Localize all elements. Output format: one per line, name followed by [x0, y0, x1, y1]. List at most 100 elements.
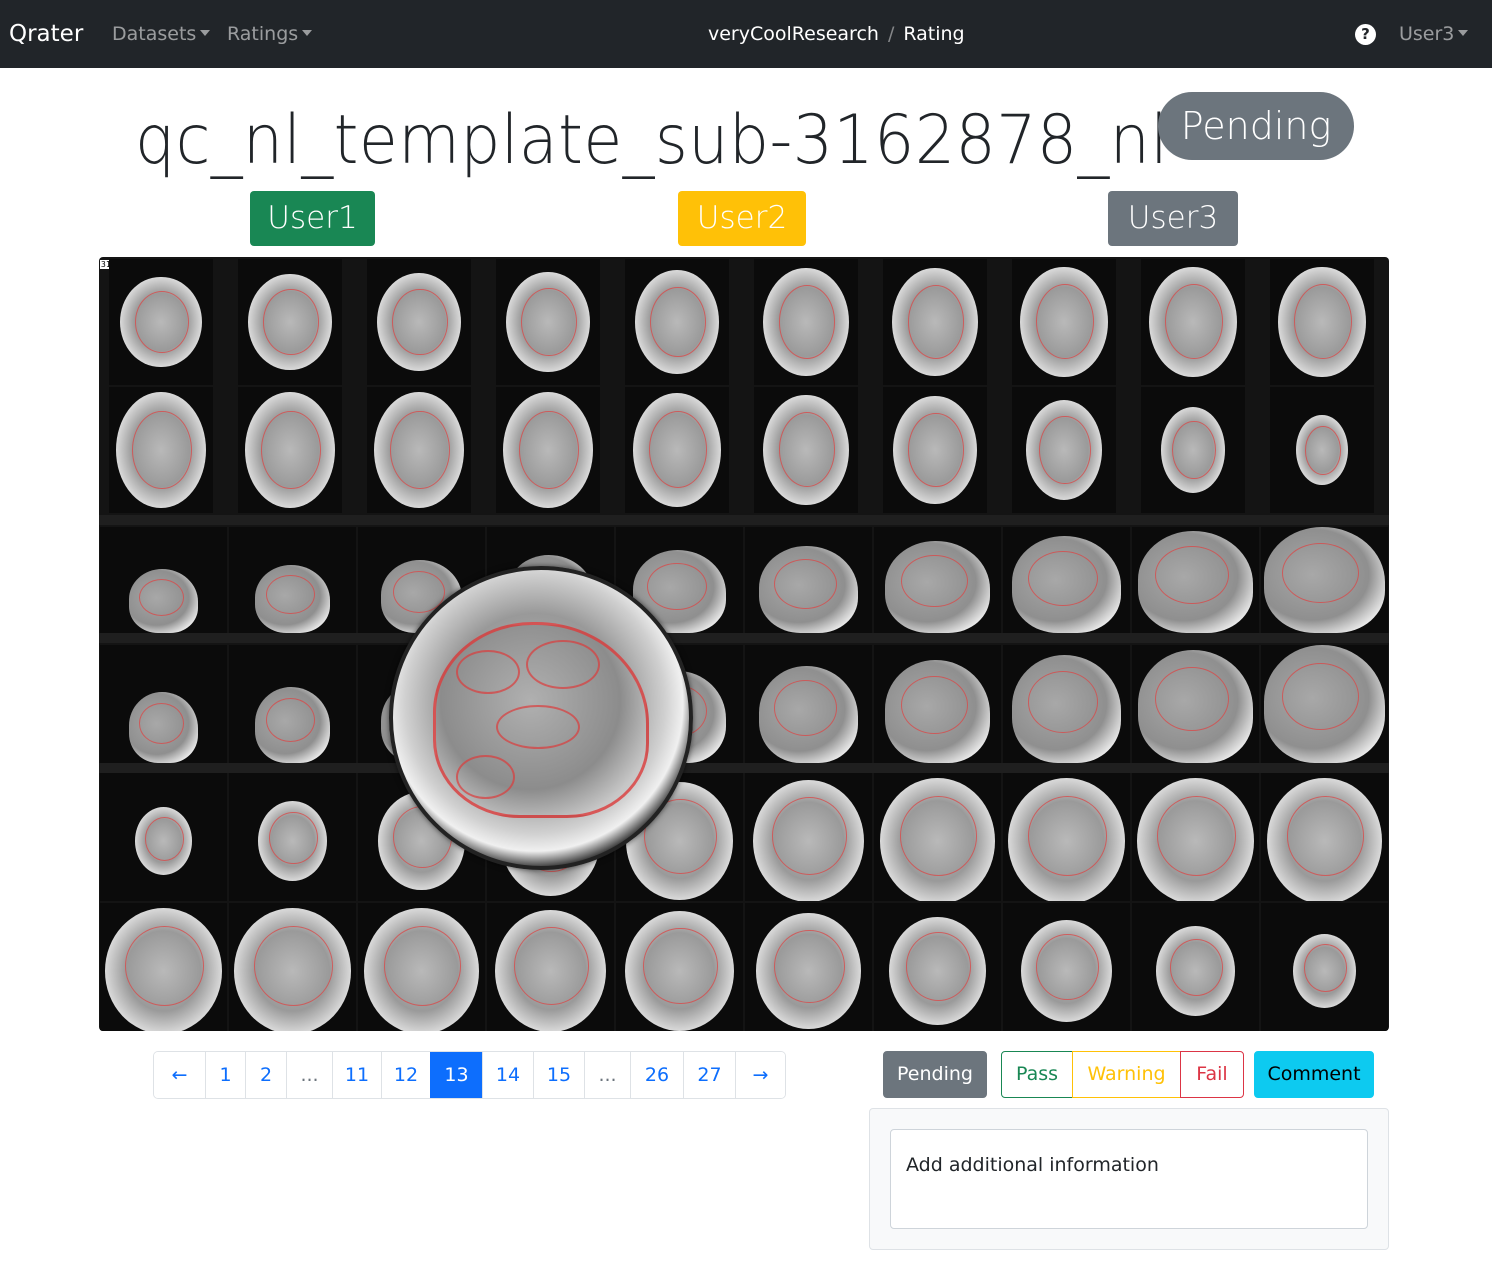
coronal-slice — [1132, 903, 1259, 1031]
head-slice — [893, 395, 977, 505]
comment-textarea[interactable] — [890, 1129, 1368, 1229]
qc-montage-image[interactable]: 3162878 — [99, 257, 1389, 1031]
brain-slice — [254, 564, 331, 633]
sagittal-slice — [100, 645, 227, 763]
coronal-slice — [229, 903, 356, 1031]
brain-slice — [1137, 649, 1254, 763]
head-slice — [1020, 266, 1108, 378]
ratings-menu-label: Ratings — [227, 23, 299, 45]
head-slice — [892, 267, 978, 377]
page-next-arrow-icon[interactable]: → — [735, 1052, 785, 1098]
brain-slice — [1011, 536, 1122, 633]
page-link-13-active[interactable]: 13 — [430, 1052, 482, 1098]
segmentation-outline — [1036, 934, 1099, 1000]
axial-slice — [1270, 259, 1374, 385]
head-slice — [1008, 778, 1125, 901]
head-slice — [105, 908, 222, 1031]
segmentation-outline — [1036, 284, 1094, 360]
head-slice — [756, 913, 861, 1029]
fail-button[interactable]: Fail — [1180, 1051, 1244, 1098]
brand-logo[interactable]: Qrater — [9, 19, 83, 49]
sagittal-slice — [1003, 527, 1130, 633]
pass-button[interactable]: Pass — [1001, 1051, 1073, 1098]
sagittal-slice — [1132, 645, 1259, 763]
head-slice — [763, 394, 849, 506]
segmentation-outline — [1039, 415, 1091, 485]
segmentation-outline — [778, 285, 836, 359]
head-slice — [1296, 414, 1348, 486]
segmentation-outline — [383, 925, 462, 1006]
magnifier-lens[interactable] — [389, 566, 693, 870]
breadcrumb: veryCoolResearch / Rating — [708, 21, 965, 47]
coronal-slice — [487, 903, 614, 1031]
brain-slice — [1264, 527, 1385, 633]
axial-slice — [496, 259, 600, 385]
page-link-26[interactable]: 26 — [630, 1052, 683, 1098]
warning-button[interactable]: Warning — [1072, 1051, 1181, 1098]
axial-slice — [1141, 259, 1245, 385]
segmentation-outline — [1286, 795, 1365, 876]
segmentation-outline — [390, 410, 450, 490]
segmentation-outline — [899, 795, 978, 876]
help-icon[interactable]: ? — [1355, 24, 1376, 45]
head-slice — [377, 272, 461, 372]
coronal-slice — [100, 773, 227, 901]
brain-slice — [1137, 531, 1254, 633]
segmentation-outline — [650, 286, 706, 358]
axial-slice — [109, 259, 213, 385]
head-slice — [1292, 933, 1357, 1009]
page-link-11[interactable]: 11 — [332, 1052, 381, 1098]
head-slice — [1025, 399, 1103, 501]
brain-slice — [885, 660, 990, 763]
page-link-1[interactable]: 1 — [205, 1052, 245, 1098]
magnified-brain — [433, 622, 649, 818]
segmentation-outline — [901, 554, 968, 608]
segmentation-outline — [263, 289, 319, 355]
page-link-12[interactable]: 12 — [381, 1052, 430, 1098]
brain-slice — [128, 569, 199, 633]
chevron-down-icon — [302, 29, 313, 36]
segmentation-outline — [1027, 795, 1108, 876]
user-menu[interactable]: User3 — [1399, 21, 1469, 47]
segmentation-outline — [1028, 671, 1099, 733]
pending-button[interactable]: Pending — [883, 1051, 987, 1098]
page-ellipsis: ... — [286, 1052, 332, 1098]
brain-slice — [254, 686, 331, 763]
axial-slice — [367, 259, 471, 385]
page-link-27[interactable]: 27 — [683, 1052, 735, 1098]
page-prev-arrow-icon[interactable]: ← — [154, 1052, 205, 1098]
segmentation-outline — [269, 811, 318, 864]
sagittal-slice — [229, 645, 356, 763]
ratings-menu[interactable]: Ratings — [227, 21, 313, 47]
segmentation-outline — [649, 411, 707, 489]
head-slice — [1020, 919, 1113, 1023]
segmentation-outline — [1282, 662, 1360, 730]
axial-slice — [754, 259, 858, 385]
segmentation-outline — [1155, 546, 1229, 605]
sagittal-slice — [745, 645, 872, 763]
head-slice — [633, 393, 721, 507]
axial-slice — [1012, 387, 1116, 513]
segmentation-outline — [1305, 426, 1341, 475]
datasets-menu[interactable]: Datasets — [112, 21, 211, 47]
head-slice — [257, 800, 328, 882]
head-slice — [116, 392, 206, 508]
coronal-slice — [1132, 773, 1259, 901]
comment-button[interactable]: Comment — [1254, 1051, 1374, 1098]
coronal-slice — [616, 903, 743, 1031]
breadcrumb-dataset[interactable]: veryCoolResearch — [708, 23, 879, 45]
page-link-2[interactable]: 2 — [245, 1052, 286, 1098]
axial-slice — [1012, 259, 1116, 385]
pagination: ← 1 2 ... 11 12 13 14 15 ... 26 27 → — [153, 1051, 786, 1099]
segmentation-outline — [1282, 542, 1360, 604]
head-slice — [503, 392, 593, 508]
page-link-14[interactable]: 14 — [482, 1052, 533, 1098]
gyrus-outline — [456, 650, 520, 694]
page-link-15[interactable]: 15 — [533, 1052, 584, 1098]
head-slice — [234, 908, 351, 1031]
segmentation-outline — [261, 410, 321, 490]
segmentation-outline — [1155, 666, 1229, 731]
head-slice — [506, 271, 590, 373]
chevron-down-icon — [1458, 29, 1469, 36]
segmentation-outline — [124, 925, 205, 1006]
